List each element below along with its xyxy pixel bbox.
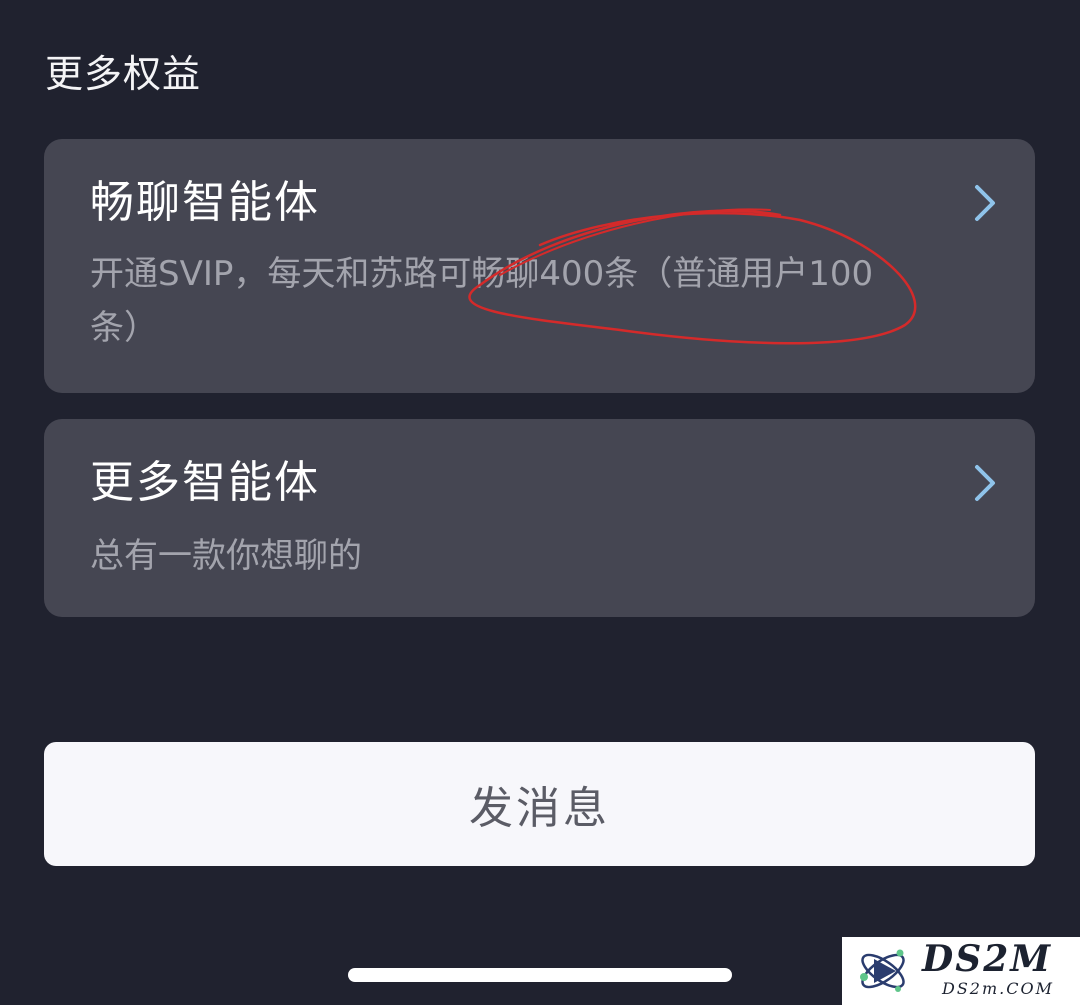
chat-agent-title: 畅聊智能体 (90, 177, 320, 228)
watermark-main-text: DS2M (922, 938, 1053, 980)
send-message-button[interactable]: 发消息 (44, 742, 1035, 866)
more-agents-title: 更多智能体 (90, 457, 320, 508)
section-title: 更多权益 (45, 52, 202, 96)
more-agents-card[interactable]: 更多智能体 总有一款你想聊的 (44, 419, 1035, 617)
watermark-logo: DS2M DS2m.COM (842, 937, 1080, 1005)
chevron-right-icon (975, 465, 995, 501)
more-agents-description: 总有一款你想聊的 (90, 536, 362, 576)
chat-agent-description: 开通SVIP，每天和苏路可畅聊400条（普通用户100条） (90, 254, 874, 348)
home-indicator[interactable] (348, 968, 732, 982)
atom-logo-icon (860, 949, 905, 992)
watermark-sub-text: DS2m.COM (942, 979, 1054, 998)
chevron-right-icon (975, 185, 995, 221)
chat-agent-card[interactable]: 畅聊智能体 开通SVIP，每天和苏路可畅聊400条（普通用户100条） (44, 139, 1035, 393)
